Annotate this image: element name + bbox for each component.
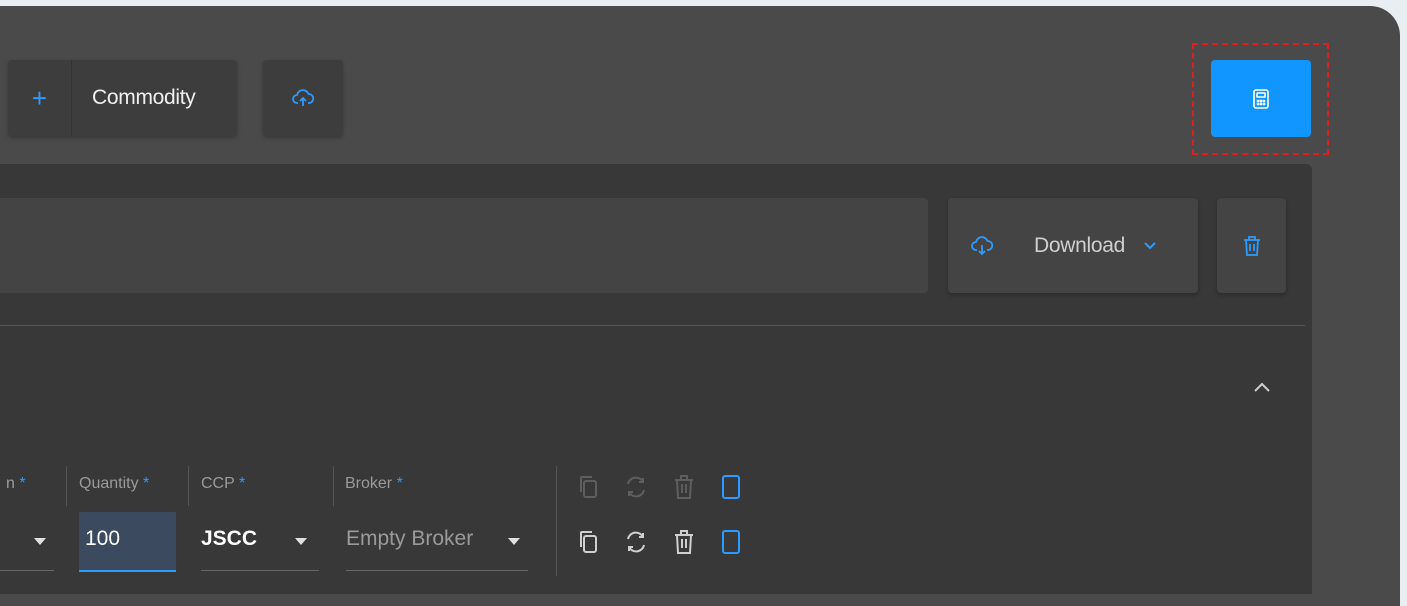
column-header-n: n * <box>6 475 26 493</box>
refresh-all-icon <box>624 475 648 504</box>
column-label: Broker <box>345 475 393 492</box>
copy-icon[interactable] <box>578 530 598 559</box>
search-bar[interactable] <box>0 198 928 293</box>
field-underline <box>346 570 528 571</box>
row-checkbox[interactable] <box>722 530 740 554</box>
column-header-broker: Broker * <box>345 475 403 493</box>
dropdown-caret-icon[interactable] <box>508 538 520 545</box>
chevron-up-icon[interactable] <box>1250 375 1274 399</box>
copy-all-icon <box>578 475 598 504</box>
column-label: CCP <box>201 475 235 492</box>
cloud-upload-icon <box>292 88 314 108</box>
dropdown-caret-icon[interactable] <box>34 538 46 545</box>
plus-icon: + <box>8 60 72 136</box>
column-label: Quantity <box>79 475 139 492</box>
column-label: n <box>6 475 15 492</box>
field-underline <box>0 570 54 571</box>
download-label: Download <box>1034 233 1125 257</box>
column-separator <box>556 466 557 576</box>
trash-icon[interactable] <box>674 529 694 560</box>
column-separator <box>66 466 67 506</box>
section-divider <box>0 325 1305 326</box>
trash-all-icon <box>674 474 694 505</box>
cloud-download-icon <box>970 235 994 257</box>
field-underline <box>201 570 319 571</box>
calculator-icon <box>1253 88 1269 109</box>
chevron-down-icon <box>1143 241 1157 251</box>
quantity-value: 100 <box>85 527 121 550</box>
required-marker: * <box>19 475 26 492</box>
download-dropdown[interactable]: Download <box>948 198 1198 293</box>
required-marker: * <box>143 475 150 492</box>
refresh-icon[interactable] <box>624 530 648 559</box>
delete-all-button[interactable] <box>1217 198 1286 293</box>
required-marker: * <box>238 475 246 492</box>
column-separator <box>333 466 334 506</box>
required-marker: * <box>396 475 403 492</box>
column-header-ccp: CCP * <box>201 475 245 493</box>
add-commodity-button[interactable]: + Commodity <box>8 60 237 136</box>
upload-button[interactable] <box>263 60 343 136</box>
ccp-select[interactable]: JSCC <box>201 527 257 551</box>
dropdown-caret-icon[interactable] <box>295 538 307 545</box>
broker-select[interactable]: Empty Broker <box>346 527 473 551</box>
select-all-checkbox[interactable] <box>722 475 740 499</box>
add-commodity-label: Commodity <box>92 86 196 109</box>
column-header-quantity: Quantity * <box>79 475 149 493</box>
calculator-button[interactable] <box>1211 60 1311 137</box>
quantity-input[interactable]: 100 <box>79 512 176 572</box>
column-separator <box>188 466 189 506</box>
trash-icon <box>1243 235 1261 257</box>
